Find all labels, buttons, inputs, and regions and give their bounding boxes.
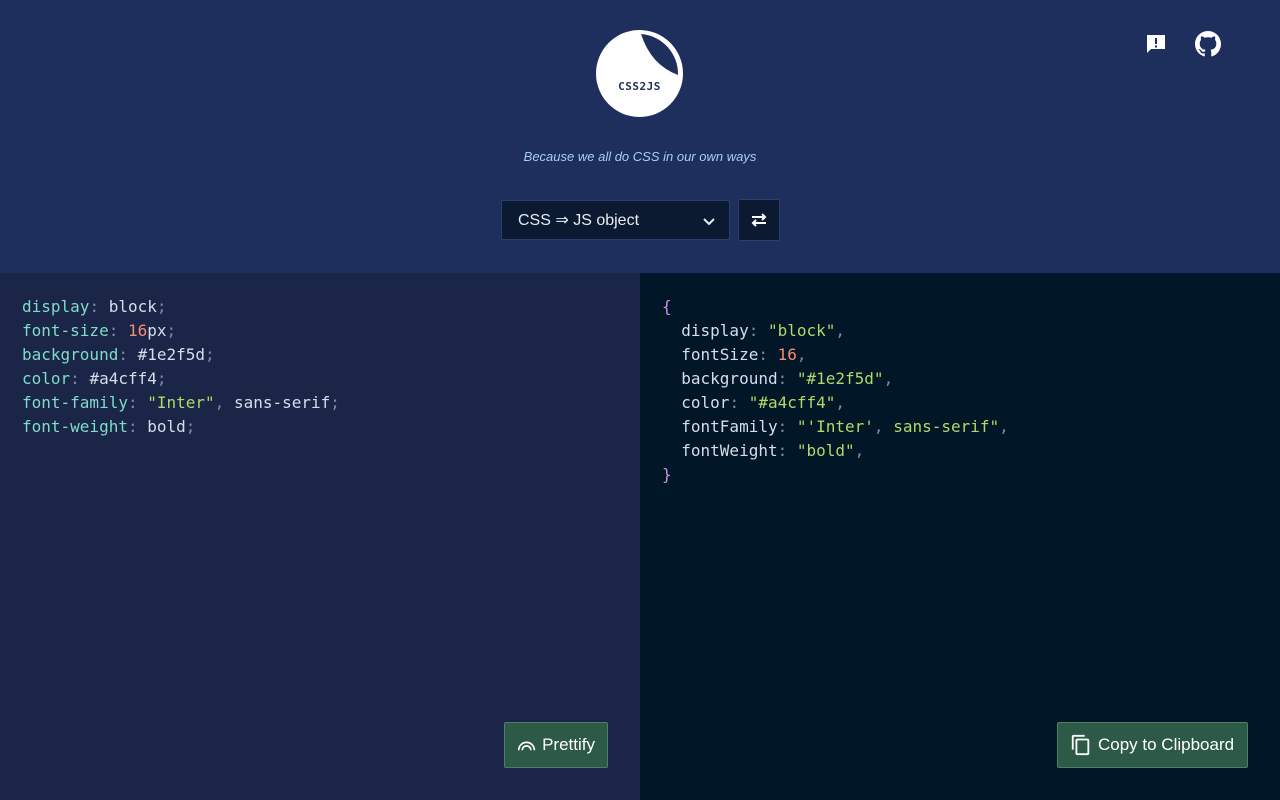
- code-token: "#a4cff4": [748, 393, 836, 412]
- code-token: #1e2f5d: [137, 345, 206, 364]
- code-token: ,: [835, 393, 846, 412]
- code-token: #a4cff4: [89, 369, 157, 388]
- code-line: fontSize: 16,: [662, 343, 1009, 367]
- js-output-editor[interactable]: { display: "block", fontSize: 16, backgr…: [662, 295, 1009, 487]
- code-token: ;: [330, 393, 340, 412]
- header: CSS2JS Because we all do CSS in our own …: [0, 0, 1280, 273]
- code-line: display: block;: [22, 295, 340, 319]
- css-input-pane[interactable]: display: block; font-size: 16px; backgroun…: [0, 273, 640, 800]
- code-token: {: [662, 297, 672, 316]
- css-input-editor[interactable]: display: block; font-size: 16px; backgroun…: [22, 295, 340, 439]
- code-token: ,: [999, 417, 1009, 436]
- copy-label: Copy to Clipboard: [1098, 735, 1235, 754]
- code-line: {: [662, 295, 1009, 319]
- code-token: color: [22, 369, 71, 388]
- code-token: ;: [166, 321, 177, 340]
- code-token: ,: [214, 393, 234, 412]
- copy-to-clipboard-button[interactable]: Copy to Clipboard: [1057, 722, 1248, 768]
- prettify-button[interactable]: Prettify: [504, 722, 608, 768]
- github-icon[interactable]: [1194, 30, 1222, 58]
- code-line: background: "#1e2f5d",: [662, 367, 1009, 391]
- chevron-down-icon: [701, 213, 717, 234]
- code-token: background: [662, 369, 778, 388]
- css2js-logo[interactable]: CSS2JS: [596, 30, 683, 117]
- code-token: ,: [796, 345, 807, 364]
- code-token: :: [758, 345, 778, 364]
- code-token: :: [777, 417, 797, 436]
- code-token: "Inter": [147, 393, 215, 412]
- js-output-pane: { display: "block", fontSize: 16, backgr…: [640, 273, 1280, 800]
- code-token: block: [108, 297, 157, 316]
- code-token: font-size: [22, 321, 109, 340]
- code-token: "'Inter': [796, 417, 874, 436]
- code-token: :: [729, 393, 749, 412]
- code-line: }: [662, 463, 1009, 487]
- top-icons: [1142, 30, 1222, 58]
- code-token: sans-serif": [893, 417, 1000, 436]
- mode-select-value: CSS ⇒ JS object: [518, 212, 640, 229]
- code-token: :: [748, 321, 768, 340]
- code-token: display: [662, 321, 749, 340]
- code-token: ,: [873, 417, 894, 436]
- code-token: px: [147, 321, 167, 340]
- code-token: "block": [767, 321, 836, 340]
- code-line: font-weight: bold;: [22, 415, 340, 439]
- code-line: fontFamily: "'Inter', sans-serif",: [662, 415, 1009, 439]
- code-token: "bold": [796, 441, 855, 460]
- code-line: fontWeight: "bold",: [662, 439, 1009, 463]
- logo-text: CSS2JS: [618, 80, 661, 93]
- code-token: ;: [156, 369, 167, 388]
- mode-select[interactable]: CSS ⇒ JS object: [501, 200, 730, 240]
- code-token: :: [118, 345, 138, 364]
- rainbow-icon: [517, 741, 536, 751]
- code-line: color: "#a4cff4",: [662, 391, 1009, 415]
- code-token: :: [127, 393, 148, 412]
- code-token: :: [777, 441, 797, 460]
- code-token: ;: [205, 345, 215, 364]
- code-token: :: [127, 417, 148, 436]
- code-token: ;: [185, 417, 196, 436]
- logo-peel-icon: [641, 34, 679, 75]
- swap-direction-button[interactable]: [738, 199, 780, 241]
- prettify-label: Prettify: [542, 735, 595, 754]
- code-token: 16: [777, 345, 797, 364]
- code-line: font-size: 16px;: [22, 319, 340, 343]
- code-line: background: #1e2f5d;: [22, 343, 340, 367]
- code-token: :: [89, 297, 109, 316]
- code-token: :: [70, 369, 90, 388]
- code-token: sans-serif: [233, 393, 331, 412]
- code-token: fontWeight: [662, 441, 778, 460]
- code-line: font-family: "Inter", sans-serif;: [22, 391, 340, 415]
- tagline: Because we all do CSS in our own ways: [523, 149, 757, 164]
- code-token: ,: [854, 441, 865, 460]
- code-token: "#1e2f5d": [796, 369, 884, 388]
- copy-icon: [1071, 734, 1090, 756]
- code-token: }: [662, 465, 672, 484]
- code-token: bold: [147, 417, 186, 436]
- feedback-icon[interactable]: [1142, 30, 1170, 58]
- code-token: font-family: [22, 393, 128, 412]
- code-token: ;: [156, 297, 167, 316]
- code-token: ,: [835, 321, 846, 340]
- code-token: :: [777, 369, 797, 388]
- code-token: fontFamily: [662, 417, 778, 436]
- code-token: :: [108, 321, 128, 340]
- code-token: display: [22, 297, 90, 316]
- code-token: color: [662, 393, 730, 412]
- swap-icon: [751, 213, 767, 227]
- code-token: background: [22, 345, 119, 364]
- code-line: display: "block",: [662, 319, 1009, 343]
- code-token: fontSize: [662, 345, 759, 364]
- code-token: font-weight: [22, 417, 128, 436]
- code-token: ,: [883, 369, 894, 388]
- code-line: color: #a4cff4;: [22, 367, 340, 391]
- code-token: 16: [127, 321, 148, 340]
